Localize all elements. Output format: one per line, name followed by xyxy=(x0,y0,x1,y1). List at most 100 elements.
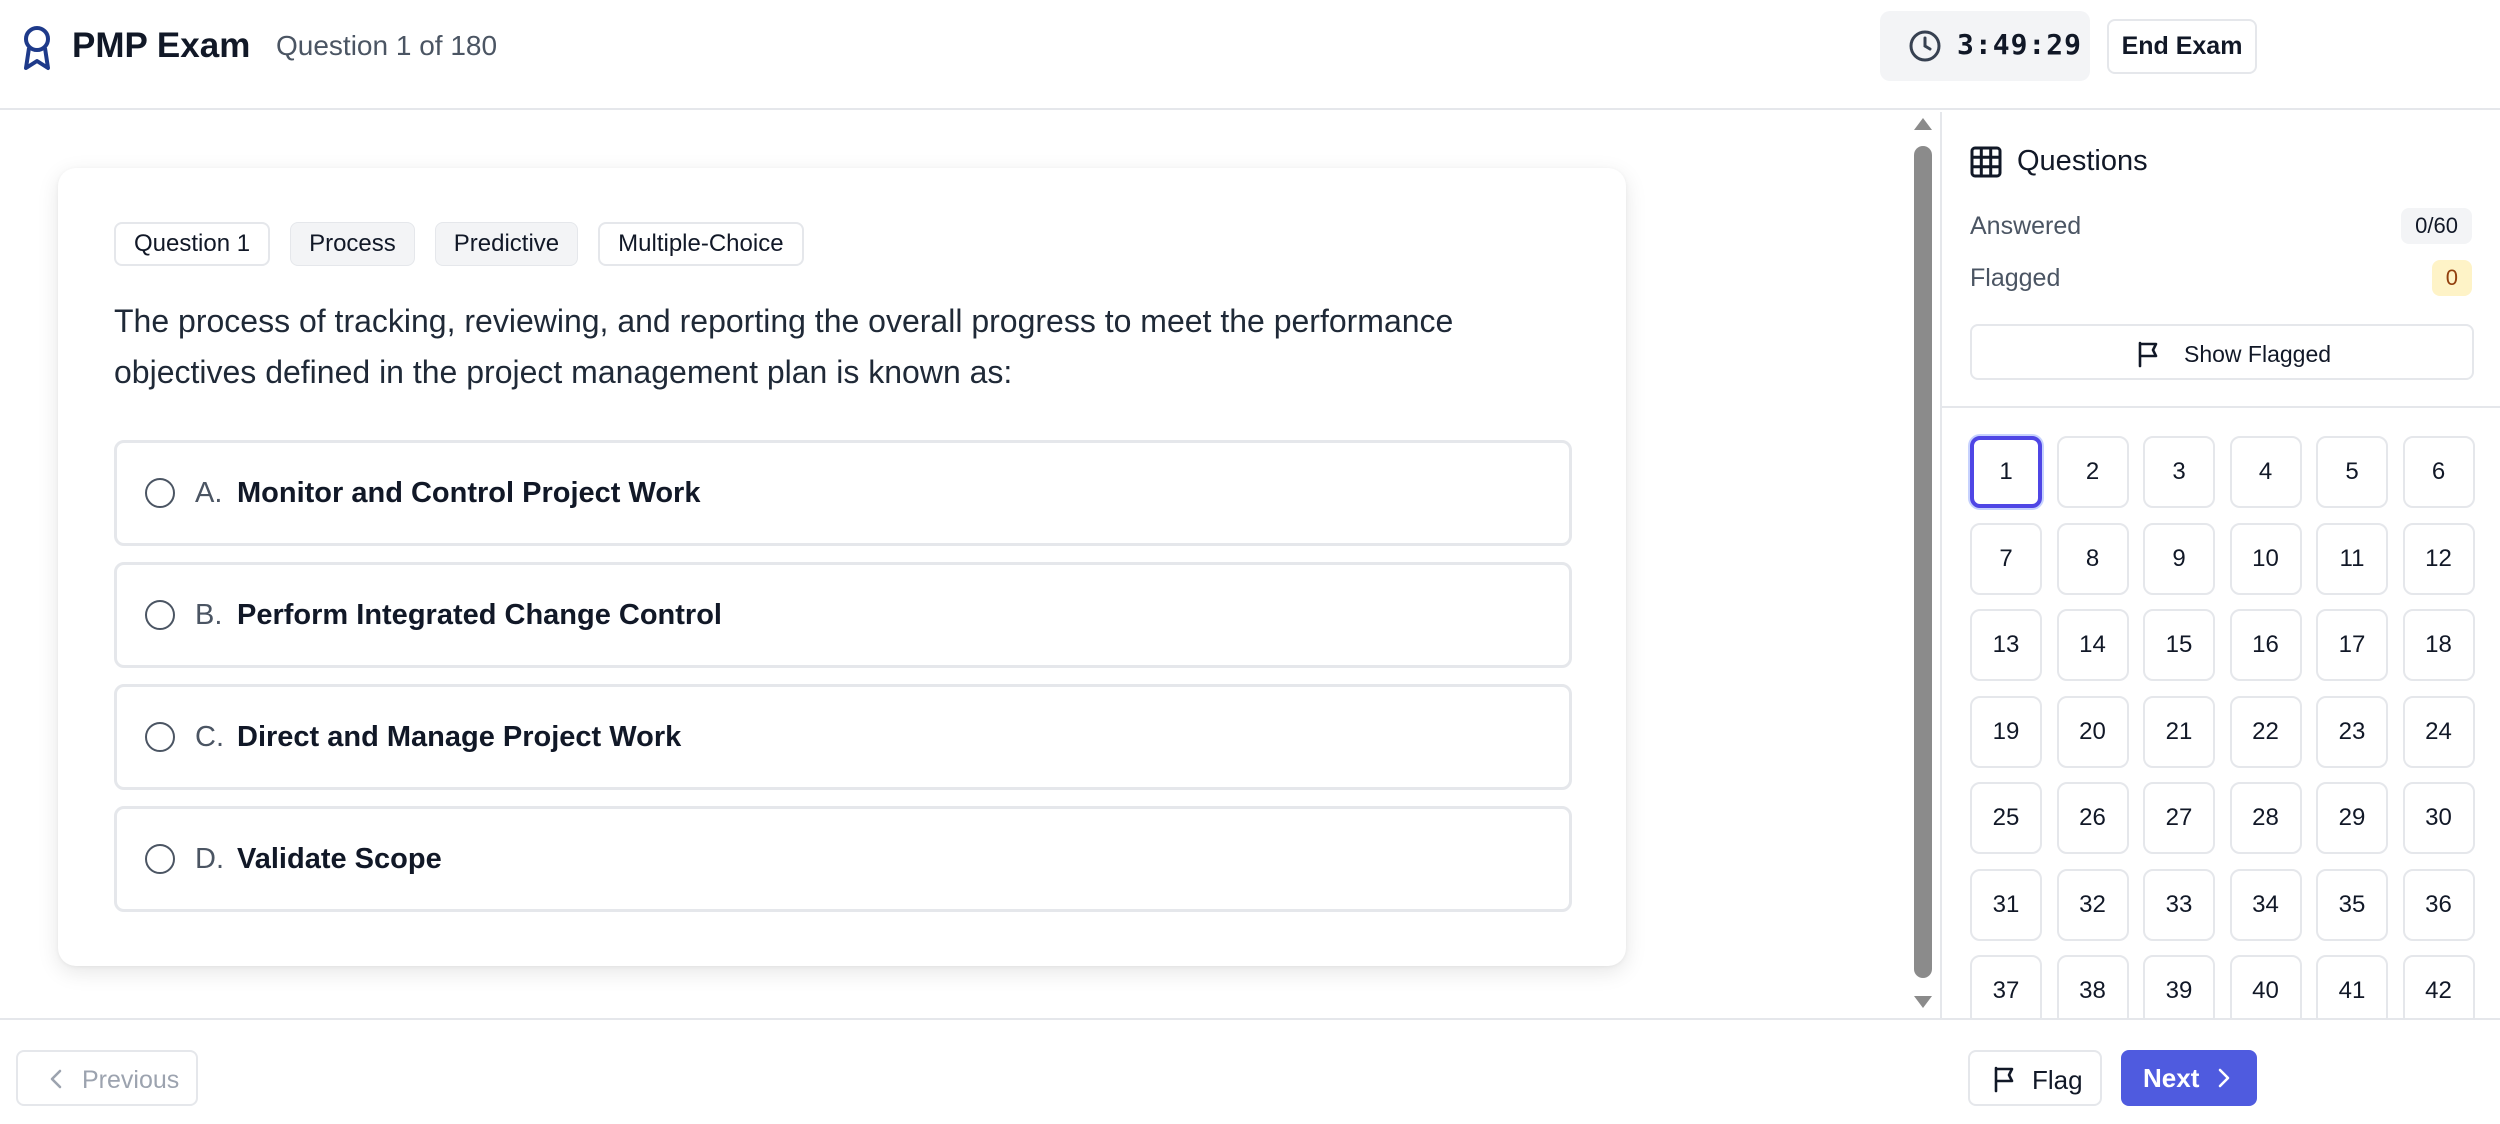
question-nav-button-13[interactable]: 13 xyxy=(1970,609,2042,681)
top-bar: PMP Exam Question 1 of 180 3:49:29 End E… xyxy=(0,0,2500,110)
radio-button[interactable] xyxy=(145,844,175,874)
show-flagged-button[interactable]: Show Flagged xyxy=(1970,324,2474,380)
question-nav-button-27[interactable]: 27 xyxy=(2143,782,2215,854)
question-nav-button-20[interactable]: 20 xyxy=(2056,695,2129,768)
option-c[interactable]: C. Direct and Manage Project Work xyxy=(114,684,1572,790)
answer-options: A. Monitor and Control Project Work B. P… xyxy=(114,440,1572,928)
timer-value: 3:49:29 xyxy=(1957,28,2083,61)
question-nav-button-34[interactable]: 34 xyxy=(2229,868,2302,941)
scroll-down-arrow-icon[interactable] xyxy=(1914,996,1932,1008)
end-exam-button[interactable]: End Exam xyxy=(2107,19,2257,74)
question-nav-button-1[interactable]: 1 xyxy=(1970,436,2042,508)
show-flagged-label: Show Flagged xyxy=(2184,341,2332,367)
panel-title: Questions xyxy=(2017,145,2148,177)
radio-button[interactable] xyxy=(145,722,175,752)
question-nav-button-40[interactable]: 40 xyxy=(2229,955,2302,1020)
question-nav-button-4[interactable]: 4 xyxy=(2229,436,2302,508)
question-nav-button-12[interactable]: 12 xyxy=(2402,522,2475,595)
exam-timer: 3:49:29 xyxy=(1880,11,2090,81)
question-nav-button-14[interactable]: 14 xyxy=(2056,609,2129,681)
question-number-grid: 1 2 3 4 5 6 7 8 9 10 11 12 13 14 15 16 17 18 19 20 21 22 23 24 2… xyxy=(1970,436,2475,1020)
chevron-left-icon xyxy=(50,1069,62,1089)
question-nav-button-18[interactable]: 18 xyxy=(2402,609,2475,681)
next-button[interactable]: Next xyxy=(2121,1050,2257,1106)
question-nav-button-38[interactable]: 38 xyxy=(2056,955,2129,1020)
question-nav-button-2[interactable]: 2 xyxy=(2056,436,2129,508)
option-text: Validate Scope xyxy=(237,843,442,875)
question-nav-button-37[interactable]: 37 xyxy=(1970,955,2042,1020)
option-text: Perform Integrated Change Control xyxy=(237,599,722,631)
question-nav-button-9[interactable]: 9 xyxy=(2143,522,2215,595)
flag-button[interactable]: Flag xyxy=(1968,1050,2102,1106)
question-tags: Question 1 Process Predictive Multiple-C… xyxy=(114,222,804,266)
question-nav-button-7[interactable]: 7 xyxy=(1970,522,2042,595)
question-nav-button-39[interactable]: 39 xyxy=(2143,955,2215,1020)
option-b[interactable]: B. Perform Integrated Change Control xyxy=(114,562,1572,668)
flag-label: Flag xyxy=(2032,1065,2083,1095)
flagged-label: Flagged xyxy=(1970,264,2061,292)
tag-question-number: Question 1 xyxy=(114,222,271,266)
option-letter: D. xyxy=(195,843,224,875)
exam-app: PMP Exam Question 1 of 180 3:49:29 End E… xyxy=(0,0,2500,1124)
question-text: The process of tracking, reviewing, and … xyxy=(114,303,1454,390)
bottom-bar: Previous Flag Next xyxy=(0,1018,2500,1124)
question-nav-button-32[interactable]: 32 xyxy=(2056,868,2129,941)
flag-icon xyxy=(2138,341,2158,368)
question-nav-button-15[interactable]: 15 xyxy=(2143,609,2215,681)
question-nav-button-17[interactable]: 17 xyxy=(2316,609,2388,681)
tag-domain: Process xyxy=(290,222,415,266)
radio-button[interactable] xyxy=(145,478,175,508)
app-title: PMP Exam xyxy=(72,26,251,65)
option-letter: C. xyxy=(195,721,224,753)
option-a[interactable]: A. Monitor and Control Project Work xyxy=(114,440,1572,546)
next-label: Next xyxy=(2143,1063,2200,1093)
question-nav-button-26[interactable]: 26 xyxy=(2056,782,2129,854)
option-text: Direct and Manage Project Work xyxy=(237,721,682,753)
answered-label: Answered xyxy=(1970,212,2082,240)
question-nav-button-5[interactable]: 5 xyxy=(2316,436,2388,508)
navigator-summary: Questions Answered 0/60 Flagged 0 Show F… xyxy=(1942,112,2500,408)
question-nav-button-31[interactable]: 31 xyxy=(1970,868,2042,941)
clock-icon xyxy=(1909,30,1941,62)
question-nav-button-11[interactable]: 11 xyxy=(2316,522,2388,595)
question-nav-button-23[interactable]: 23 xyxy=(2316,695,2388,768)
question-nav-button-24[interactable]: 24 xyxy=(2402,695,2475,768)
tag-approach: Predictive xyxy=(434,222,579,266)
question-nav-button-29[interactable]: 29 xyxy=(2316,782,2388,854)
radio-button[interactable] xyxy=(145,600,175,630)
question-nav-button-30[interactable]: 30 xyxy=(2402,782,2475,854)
question-nav-button-42[interactable]: 42 xyxy=(2402,955,2475,1020)
flag-icon xyxy=(1994,1066,2014,1093)
tag-question-type: Multiple-Choice xyxy=(598,222,804,266)
question-nav-button-36[interactable]: 36 xyxy=(2402,868,2475,941)
scroll-up-arrow-icon[interactable] xyxy=(1914,118,1932,130)
question-nav-button-28[interactable]: 28 xyxy=(2229,782,2302,854)
question-nav-button-6[interactable]: 6 xyxy=(2402,436,2475,508)
answered-count-badge: 0/60 xyxy=(2401,208,2472,244)
previous-button[interactable]: Previous xyxy=(16,1050,198,1106)
main-scrollbar[interactable] xyxy=(1910,112,1936,1020)
question-progress: Question 1 of 180 xyxy=(276,30,498,61)
option-text: Monitor and Control Project Work xyxy=(237,477,701,509)
award-ribbon-icon xyxy=(24,26,50,70)
question-nav-button-16[interactable]: 16 xyxy=(2229,609,2302,681)
flagged-count-badge: 0 xyxy=(2431,260,2472,296)
question-nav-button-10[interactable]: 10 xyxy=(2229,522,2302,595)
scrollbar-thumb[interactable] xyxy=(1914,146,1932,978)
question-nav-button-25[interactable]: 25 xyxy=(1970,782,2042,854)
question-nav-button-22[interactable]: 22 xyxy=(2229,695,2302,768)
question-nav-button-33[interactable]: 33 xyxy=(2143,868,2215,941)
question-nav-button-35[interactable]: 35 xyxy=(2316,868,2388,941)
question-navigator-panel: Questions Answered 0/60 Flagged 0 Show F… xyxy=(1940,112,2500,1020)
option-letter: A. xyxy=(195,477,223,509)
question-nav-button-41[interactable]: 41 xyxy=(2316,955,2388,1020)
question-nav-button-3[interactable]: 3 xyxy=(2143,436,2215,508)
question-nav-button-21[interactable]: 21 xyxy=(2143,695,2215,768)
question-card: Question 1 Process Predictive Multiple-C… xyxy=(58,168,1626,966)
grid-icon xyxy=(1970,146,2002,178)
chevron-right-icon xyxy=(2218,1068,2230,1088)
question-nav-button-19[interactable]: 19 xyxy=(1970,695,2042,768)
option-d[interactable]: D. Validate Scope xyxy=(114,806,1572,912)
option-letter: B. xyxy=(195,599,223,631)
question-nav-button-8[interactable]: 8 xyxy=(2056,522,2129,595)
